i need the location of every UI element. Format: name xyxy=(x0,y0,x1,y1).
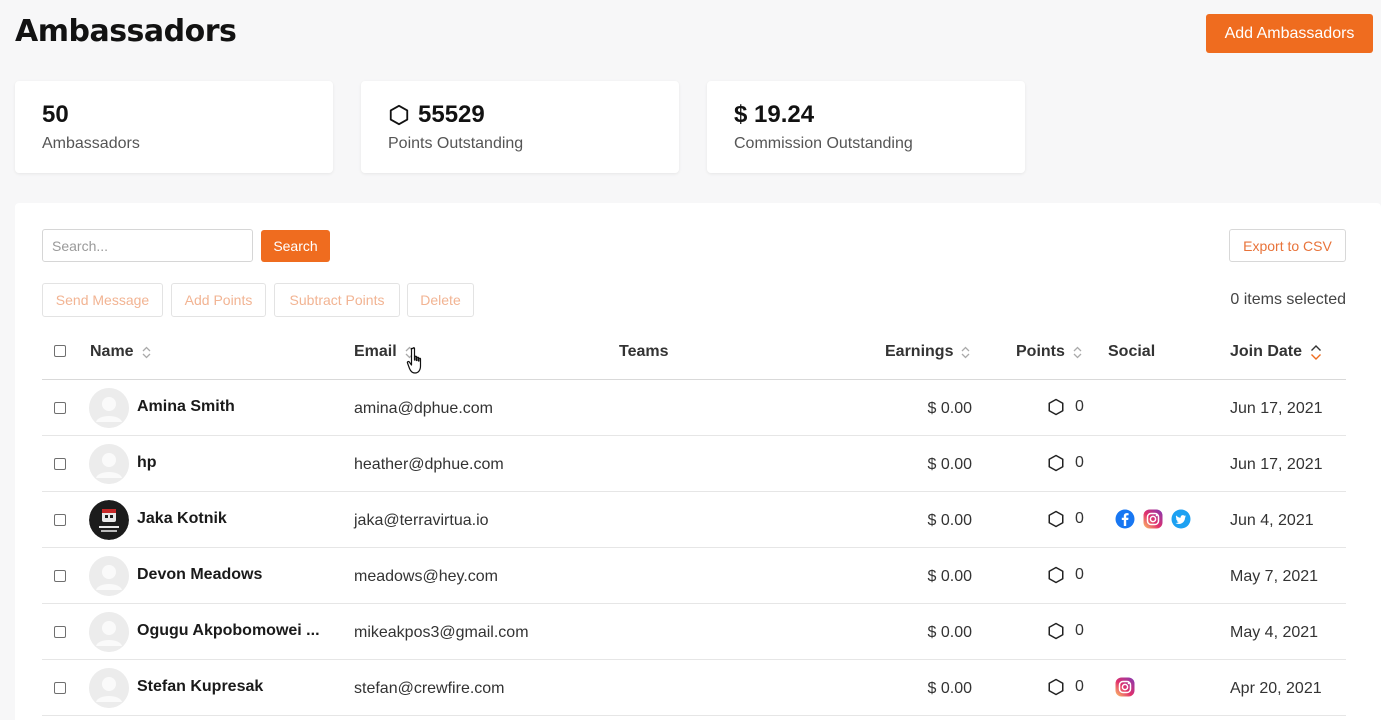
export-csv-button[interactable]: Export to CSV xyxy=(1229,229,1346,262)
ambassadors-table-panel: Search Export to CSV Send Message Add Po… xyxy=(15,203,1381,720)
row-checkbox[interactable] xyxy=(54,402,66,414)
sort-icon[interactable] xyxy=(961,346,970,359)
search-button[interactable]: Search xyxy=(261,230,330,262)
column-header-name[interactable]: Name xyxy=(90,343,151,361)
ambassador-points: 0 xyxy=(1047,622,1084,640)
column-header-email[interactable]: Email xyxy=(354,343,414,361)
ambassador-earnings: $ 0.00 xyxy=(927,568,972,585)
select-all-checkbox[interactable] xyxy=(54,345,66,357)
stat-label: Commission Outstanding xyxy=(734,135,913,152)
ambassador-email: jaka@terravirtua.io xyxy=(354,512,489,529)
ambassador-name[interactable]: hp xyxy=(137,454,157,472)
social-links xyxy=(1115,509,1191,529)
ambassador-email: amina@dphue.com xyxy=(354,400,493,417)
ambassador-earnings: $ 0.00 xyxy=(927,456,972,473)
table-row[interactable]: Amina Smith amina@dphue.com $ 0.00 0 Jun 17,… xyxy=(42,380,1346,436)
row-checkbox[interactable] xyxy=(54,682,66,694)
add-ambassadors-button[interactable]: Add Ambassadors xyxy=(1206,14,1373,53)
stat-card-ambassadors: 50 Ambassadors xyxy=(15,81,333,173)
items-selected-count: 0 items selected xyxy=(1230,291,1346,308)
avatar xyxy=(89,612,129,652)
row-checkbox[interactable] xyxy=(54,626,66,638)
instagram-icon[interactable] xyxy=(1143,509,1163,529)
ambassador-earnings: $ 0.00 xyxy=(927,680,972,697)
table-row[interactable]: Devon Meadows meadows@hey.com $ 0.00 0 May 7… xyxy=(42,548,1346,604)
ambassador-email: stefan@crewfire.com xyxy=(354,680,505,697)
join-date: May 7, 2021 xyxy=(1230,568,1319,585)
stat-card-commission: $ 19.24 Commission Outstanding xyxy=(707,81,1025,173)
column-header-join-date[interactable]: Join Date xyxy=(1230,343,1322,361)
hexagon-icon xyxy=(1048,622,1064,640)
stat-value: $ 19.24 xyxy=(734,101,815,128)
ambassador-earnings: $ 0.00 xyxy=(927,624,972,641)
avatar xyxy=(89,668,129,708)
stat-label: Ambassadors xyxy=(42,135,140,152)
row-checkbox[interactable] xyxy=(54,514,66,526)
page-title: Ambassadors xyxy=(15,14,237,49)
avatar xyxy=(89,500,129,540)
sort-icon-active[interactable] xyxy=(1310,344,1322,361)
stat-value: 55529 xyxy=(388,101,652,129)
hexagon-icon xyxy=(1048,454,1064,472)
instagram-icon[interactable] xyxy=(1115,677,1135,697)
hexagon-icon xyxy=(1048,510,1064,528)
ambassador-points: 0 xyxy=(1047,678,1084,696)
table-row[interactable]: hp heather@dphue.com $ 0.00 0 Jun 17, 2021 xyxy=(42,436,1346,492)
search-input[interactable] xyxy=(42,229,253,262)
join-date: Jun 17, 2021 xyxy=(1230,456,1323,473)
column-header-social: Social xyxy=(1108,343,1156,360)
facebook-icon[interactable] xyxy=(1115,509,1135,529)
stat-value: 50 xyxy=(42,101,69,128)
hexagon-icon xyxy=(1048,398,1064,416)
sort-icon[interactable] xyxy=(405,346,414,359)
ambassador-name[interactable]: Jaka Kotnik xyxy=(137,510,227,528)
ambassador-earnings: $ 0.00 xyxy=(927,512,972,529)
join-date: May 4, 2021 xyxy=(1230,624,1319,641)
sort-icon[interactable] xyxy=(142,346,151,359)
ambassador-points: 0 xyxy=(1047,510,1084,528)
ambassador-points: 0 xyxy=(1047,566,1084,584)
join-date: Jun 4, 2021 xyxy=(1230,512,1314,529)
stat-label: Points Outstanding xyxy=(388,135,524,152)
ambassador-name[interactable]: Ogugu Akpobomowei ... xyxy=(137,622,320,640)
ambassador-name[interactable]: Amina Smith xyxy=(137,398,235,416)
ambassador-name[interactable]: Devon Meadows xyxy=(137,566,262,584)
join-date: Jun 17, 2021 xyxy=(1230,400,1323,417)
send-message-button[interactable]: Send Message xyxy=(42,283,163,317)
column-header-points[interactable]: Points xyxy=(1016,343,1082,361)
hexagon-icon xyxy=(389,104,409,126)
ambassador-email: mikeakpos3@gmail.com xyxy=(354,624,529,641)
ambassador-points: 0 xyxy=(1047,454,1084,472)
ambassador-points: 0 xyxy=(1047,398,1084,416)
column-header-teams: Teams xyxy=(619,343,669,360)
subtract-points-button[interactable]: Subtract Points xyxy=(274,283,400,317)
add-points-button[interactable]: Add Points xyxy=(171,283,266,317)
hexagon-icon xyxy=(1048,678,1064,696)
table-row[interactable]: Stefan Kupresak stefan@crewfire.com $ 0.00… xyxy=(42,660,1346,716)
social-links xyxy=(1115,677,1135,697)
avatar xyxy=(89,388,129,428)
table-row[interactable]: Jaka Kotnik jaka@terravirtua.io $ 0.00 0 Jun… xyxy=(42,492,1346,548)
ambassador-name[interactable]: Stefan Kupresak xyxy=(137,678,263,696)
stat-card-points: 55529 Points Outstanding xyxy=(361,81,679,173)
row-checkbox[interactable] xyxy=(54,570,66,582)
ambassador-earnings: $ 0.00 xyxy=(927,400,972,417)
join-date: Apr 20, 2021 xyxy=(1230,680,1322,697)
delete-button[interactable]: Delete xyxy=(407,283,474,317)
hexagon-icon xyxy=(1048,566,1064,584)
ambassador-email: meadows@hey.com xyxy=(354,568,498,585)
avatar xyxy=(89,444,129,484)
table-row[interactable]: Ogugu Akpobomowei ... mikeakpos3@gmail.co… xyxy=(42,604,1346,660)
twitter-icon[interactable] xyxy=(1171,509,1191,529)
ambassador-email: heather@dphue.com xyxy=(354,456,504,473)
row-checkbox[interactable] xyxy=(54,458,66,470)
column-header-earnings[interactable]: Earnings xyxy=(885,343,970,361)
sort-icon[interactable] xyxy=(1073,346,1082,359)
avatar xyxy=(89,556,129,596)
